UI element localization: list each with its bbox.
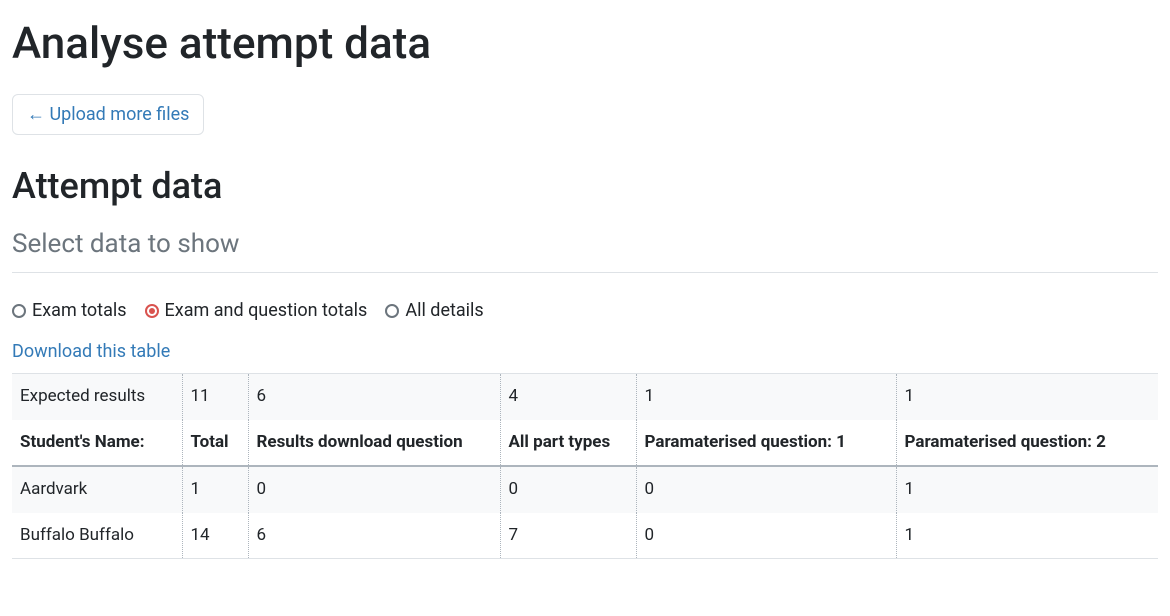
expected-total: 11 [182, 374, 248, 420]
expected-q2: 4 [500, 374, 636, 420]
expected-q3: 1 [636, 374, 896, 420]
expected-q4: 1 [896, 374, 1158, 420]
cell-q4: 1 [896, 466, 1158, 513]
radio-label: All details [405, 297, 483, 324]
table-header-row: Student's Name: Total Results download q… [12, 420, 1158, 467]
cell-q2: 0 [500, 466, 636, 513]
attempt-data-table: Expected results 11 6 4 1 1 Student's Na… [12, 373, 1158, 559]
page-title: Analyse attempt data [12, 10, 1158, 76]
section-title: Attempt data [12, 159, 1158, 213]
expected-label: Expected results [12, 374, 182, 420]
radio-exam-totals[interactable]: Exam totals [12, 297, 127, 324]
radio-label: Exam and question totals [165, 297, 368, 324]
cell-q3: 0 [636, 466, 896, 513]
table-row: Aardvark10001 [12, 466, 1158, 513]
cell-q2: 7 [500, 513, 636, 559]
view-mode-radio-group: Exam totals Exam and question totals All… [12, 297, 1158, 324]
radio-icon [12, 304, 26, 318]
col-header-q4: Paramaterised question: 2 [896, 420, 1158, 467]
cell-q1: 6 [248, 513, 500, 559]
subsection-title: Select data to show [12, 225, 1158, 264]
cell-name: Buffalo Buffalo [12, 513, 182, 559]
cell-total: 1 [182, 466, 248, 513]
radio-icon [385, 304, 399, 318]
radio-exam-question-totals[interactable]: Exam and question totals [145, 297, 368, 324]
expected-q1: 6 [248, 374, 500, 420]
upload-more-files-button[interactable]: ← Upload more files [12, 94, 204, 135]
table-row: Buffalo Buffalo146701 [12, 513, 1158, 559]
divider [12, 272, 1158, 273]
cell-total: 14 [182, 513, 248, 559]
col-header-q3: Paramaterised question: 1 [636, 420, 896, 467]
col-header-q2: All part types [500, 420, 636, 467]
col-header-name: Student's Name: [12, 420, 182, 467]
radio-all-details[interactable]: All details [385, 297, 483, 324]
cell-q4: 1 [896, 513, 1158, 559]
cell-q1: 0 [248, 466, 500, 513]
radio-icon [145, 304, 159, 318]
expected-results-row: Expected results 11 6 4 1 1 [12, 374, 1158, 420]
cell-name: Aardvark [12, 466, 182, 513]
cell-q3: 0 [636, 513, 896, 559]
download-table-link[interactable]: Download this table [12, 341, 170, 362]
radio-label: Exam totals [32, 297, 127, 324]
col-header-q1: Results download question [248, 420, 500, 467]
col-header-total: Total [182, 420, 248, 467]
